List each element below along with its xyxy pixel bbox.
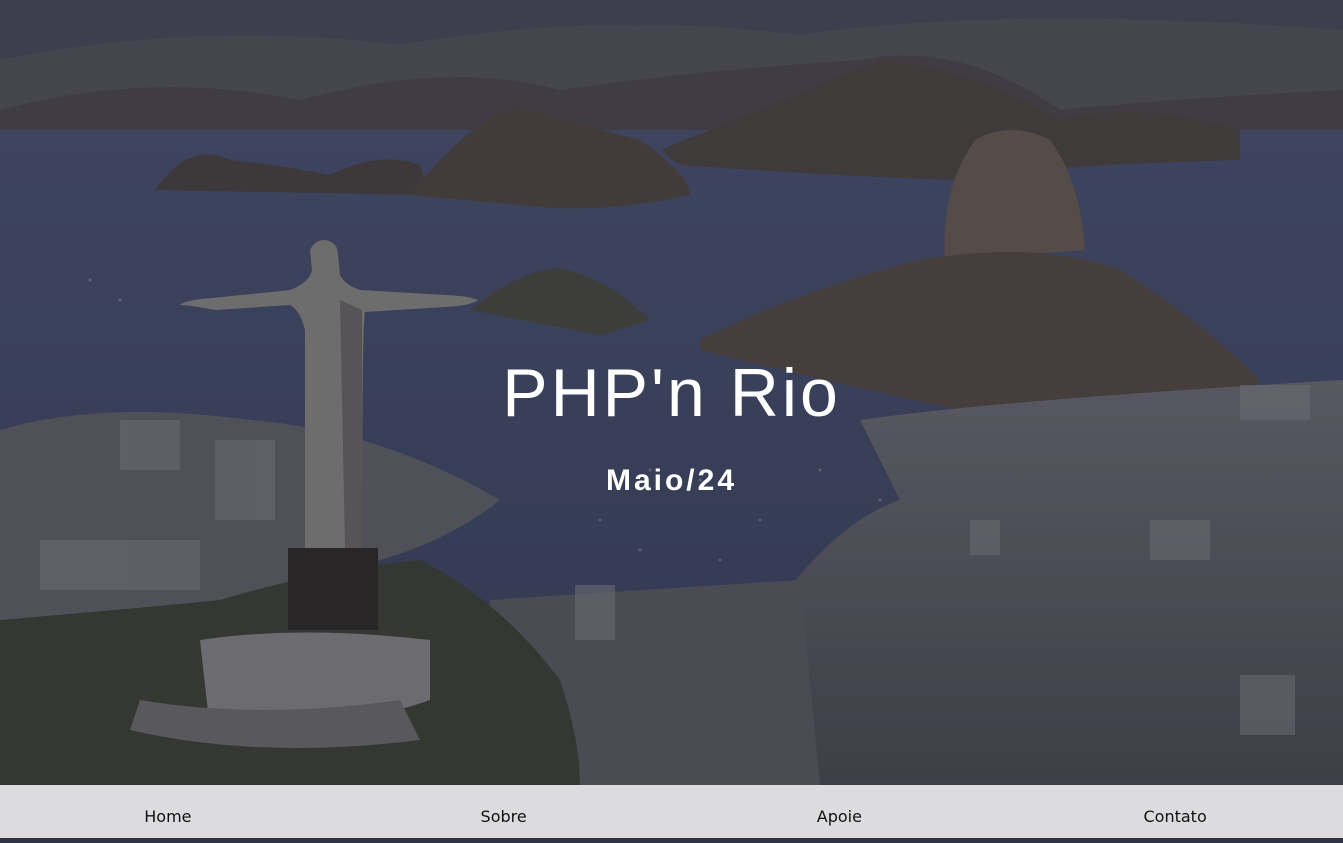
hero-section: PHP'n Rio Maio/24 — [0, 0, 1343, 838]
event-date: Maio/24 — [605, 464, 738, 497]
bottom-navigation: Home Sobre Apoie Contato — [0, 785, 1343, 838]
page-title: PHP'n Rio — [502, 355, 841, 431]
nav-item-home[interactable]: Home — [0, 790, 336, 843]
nav-item-contato[interactable]: Contato — [1007, 790, 1343, 843]
nav-item-sobre[interactable]: Sobre — [336, 790, 672, 843]
nav-item-apoie[interactable]: Apoie — [672, 790, 1008, 843]
